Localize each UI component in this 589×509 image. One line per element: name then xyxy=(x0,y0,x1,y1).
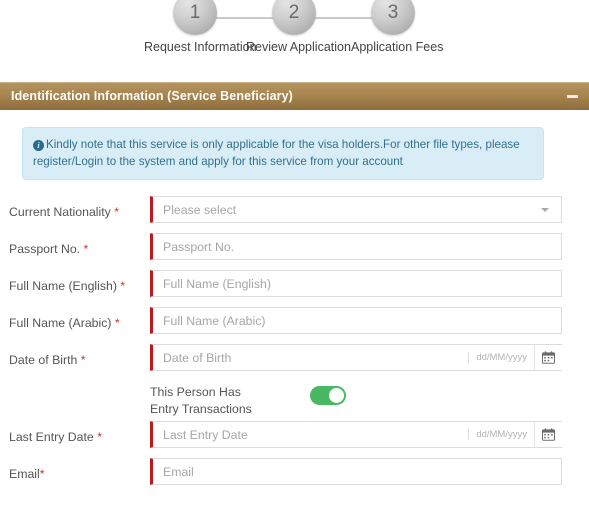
full-name-arabic-input[interactable]: Full Name (Arabic) xyxy=(150,307,562,334)
email-input[interactable]: Email xyxy=(150,458,562,485)
label-entry-transactions: This Person Has Entry Transactions xyxy=(150,385,252,416)
form-row-entry-transactions: This Person Has Entry Transactions xyxy=(0,381,589,421)
entry-transactions-toggle[interactable] xyxy=(310,386,346,405)
label-passport-no: Passport No. * xyxy=(9,242,89,256)
passport-no-input[interactable]: Passport No. xyxy=(150,233,562,260)
required-asterisk: * xyxy=(97,430,102,444)
label-full-name-arabic: Full Name (Arabic) * xyxy=(9,316,120,330)
form-row-full-name-arabic: Full Name (Arabic) * Full Name (Arabic) xyxy=(0,307,589,344)
date-of-birth-placeholder: Date of Birth xyxy=(163,350,232,365)
label-last-entry-date: Last Entry Date * xyxy=(9,430,102,444)
current-nationality-value: Please select xyxy=(163,202,237,217)
section-title: Identification Information (Service Bene… xyxy=(11,89,293,103)
required-asterisk: * xyxy=(80,353,86,367)
info-alert: i Kindly note that this service is only a… xyxy=(22,127,544,180)
last-entry-date-placeholder: Last Entry Date xyxy=(163,427,248,442)
label-email: Email* xyxy=(9,467,45,481)
form-row-full-name-english: Full Name (English) * Full Name (English… xyxy=(0,270,589,307)
calendar-icon[interactable] xyxy=(534,345,562,370)
info-alert-text: Kindly note that this service is only ap… xyxy=(33,138,520,168)
info-circle-icon: i xyxy=(33,140,44,151)
stepper-track: 1 2 3 xyxy=(0,0,589,38)
form-row-current-nationality: Current Nationality * Please select xyxy=(0,196,589,233)
section-header[interactable]: Identification Information (Service Bene… xyxy=(0,82,589,110)
stepper-labels: Request Information Review Application A… xyxy=(0,40,589,60)
email-placeholder: Email xyxy=(163,464,194,479)
passport-no-placeholder: Passport No. xyxy=(163,239,235,254)
label-full-name-english: Full Name (English) * xyxy=(9,279,126,293)
identification-form: Current Nationality * Please select Pass… xyxy=(0,196,589,495)
step-label-2: Review Application xyxy=(246,40,351,54)
last-entry-date-input[interactable]: Last Entry Date dd/MM/yyyy xyxy=(150,421,562,448)
required-asterisk: * xyxy=(83,242,89,256)
form-row-passport-no: Passport No. * Passport No. xyxy=(0,233,589,270)
label-current-nationality: Current Nationality * xyxy=(9,205,120,219)
current-nationality-select[interactable]: Please select xyxy=(150,196,562,223)
form-row-date-of-birth: Date of Birth * Date of Birth dd/MM/yyyy xyxy=(0,344,589,381)
form-row-email: Email* Email xyxy=(0,458,589,495)
full-name-arabic-placeholder: Full Name (Arabic) xyxy=(163,313,266,328)
required-asterisk: * xyxy=(114,205,120,219)
label-date-of-birth: Date of Birth * xyxy=(9,353,86,367)
date-of-birth-format-hint: dd/MM/yyyy xyxy=(468,352,534,363)
progress-stepper: 1 2 3 Request Information Review Applica… xyxy=(0,0,589,60)
required-asterisk: * xyxy=(39,467,45,481)
full-name-english-input[interactable]: Full Name (English) xyxy=(150,270,562,297)
date-of-birth-input[interactable]: Date of Birth dd/MM/yyyy xyxy=(150,344,562,371)
step-circle-1[interactable]: 1 xyxy=(173,0,217,35)
full-name-english-placeholder: Full Name (English) xyxy=(163,276,271,291)
required-asterisk: * xyxy=(114,316,120,330)
step-label-1: Request Information xyxy=(144,40,257,54)
step-circle-3[interactable]: 3 xyxy=(371,0,415,35)
required-asterisk: * xyxy=(120,279,126,293)
chevron-down-icon xyxy=(541,207,549,212)
calendar-icon[interactable] xyxy=(534,422,562,447)
last-entry-date-format-hint: dd/MM/yyyy xyxy=(468,429,534,440)
step-label-3: Application Fees xyxy=(351,40,444,54)
form-row-last-entry-date: Last Entry Date * Last Entry Date dd/MM/… xyxy=(0,421,589,458)
minus-icon[interactable] xyxy=(567,94,578,98)
step-circle-2[interactable]: 2 xyxy=(272,0,316,35)
toggle-knob xyxy=(329,388,344,403)
